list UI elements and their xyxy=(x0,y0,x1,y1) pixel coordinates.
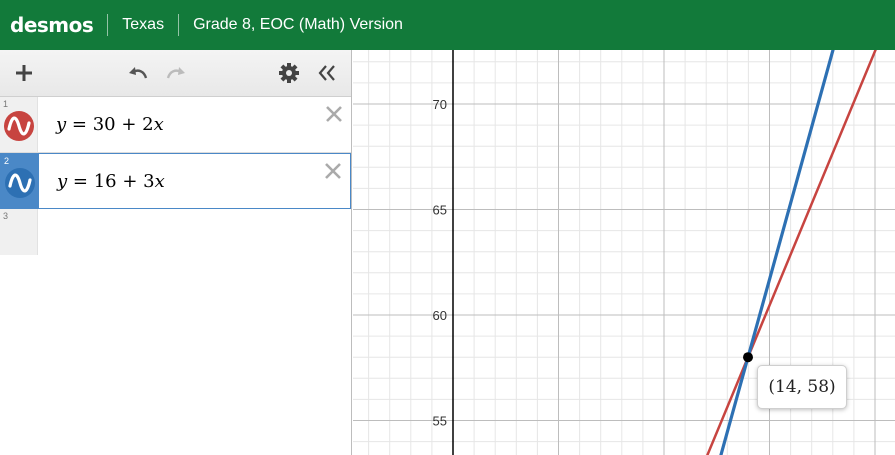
expression-row[interactable]: 1 y = 30 + 2x xyxy=(0,97,351,153)
undo-icon[interactable] xyxy=(125,60,151,86)
state-label: Texas xyxy=(122,16,165,33)
y-tick-label: 65 xyxy=(433,203,447,218)
redo-icon[interactable] xyxy=(163,60,189,86)
expression-gutter: 3 xyxy=(0,209,38,255)
expression-index: 1 xyxy=(3,99,9,109)
expression-row[interactable]: 2 y = 16 + 3x xyxy=(0,153,351,209)
top-bar: desmos Texas Grade 8, EOC (Math) Version xyxy=(0,0,895,50)
desmos-logo[interactable]: desmos xyxy=(0,13,107,37)
expression-math[interactable]: y = 30 + 2x xyxy=(56,114,164,135)
new-expression-row[interactable]: 3 xyxy=(0,209,351,255)
graph-color-icon[interactable] xyxy=(5,168,35,198)
y-tick-label: 70 xyxy=(433,97,447,112)
y-tick-label: 60 xyxy=(433,308,447,323)
intersection-point xyxy=(743,352,753,363)
double-chevron-left-icon[interactable] xyxy=(314,60,340,86)
plus-icon[interactable] xyxy=(11,60,37,86)
delete-expression-icon[interactable] xyxy=(324,162,342,180)
expression-index: 3 xyxy=(3,211,9,221)
expression-gutter: 2 xyxy=(1,154,39,208)
intersection-label[interactable]: (14, 58) xyxy=(757,365,847,409)
delete-expression-icon[interactable] xyxy=(325,105,343,123)
graph-color-icon[interactable] xyxy=(4,111,34,141)
gear-icon[interactable] xyxy=(276,60,302,86)
expression-toolbar xyxy=(0,50,351,97)
expression-index: 2 xyxy=(4,156,10,166)
expression-gutter: 1 xyxy=(0,97,38,152)
expression-list: 1 y = 30 + 2x 2 y = 16 + 3x 3 xyxy=(0,97,351,255)
expression-math[interactable]: y = 16 + 3x xyxy=(57,171,165,192)
y-tick-label: 55 xyxy=(433,414,447,429)
version-label: Grade 8, EOC (Math) Version xyxy=(193,16,403,33)
expression-panel: 1 y = 30 + 2x 2 y = 16 + 3x 3 xyxy=(0,50,352,455)
